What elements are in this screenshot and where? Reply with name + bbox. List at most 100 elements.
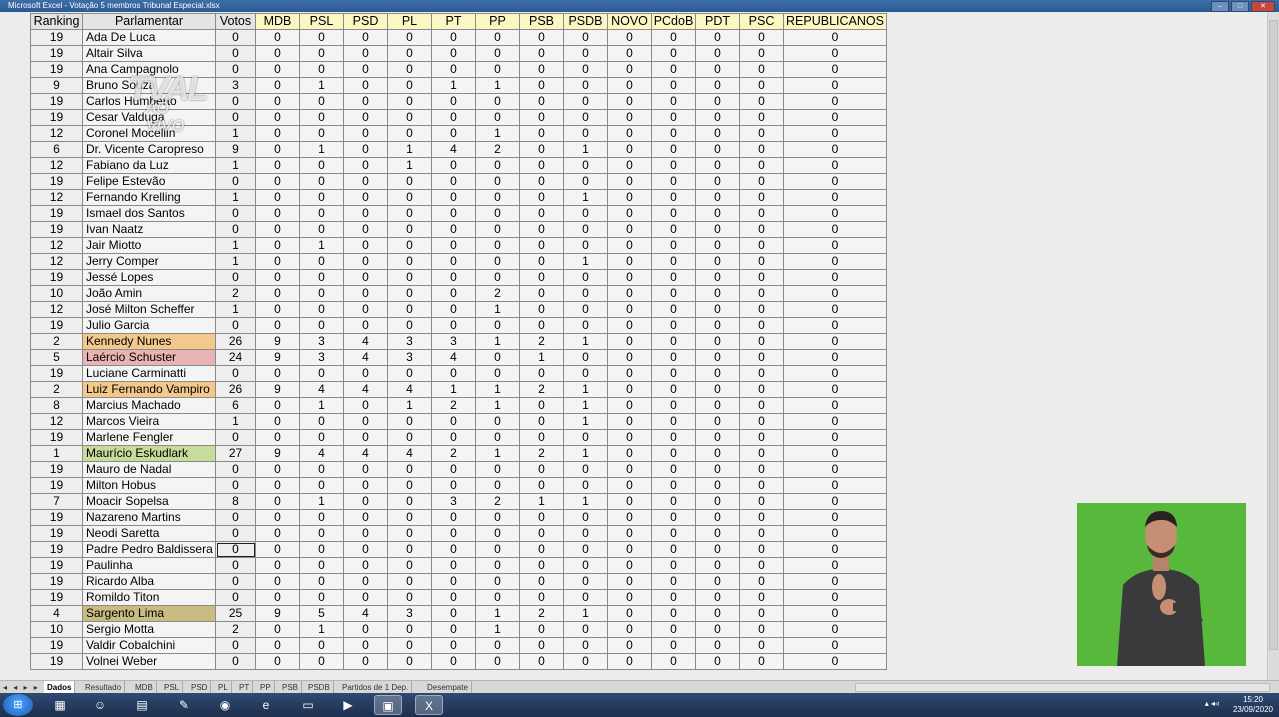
party-vote-cell[interactable]: 0: [739, 621, 784, 638]
party-vote-cell[interactable]: 0: [739, 301, 784, 318]
party-vote-cell[interactable]: 0: [299, 509, 344, 526]
parlamentar-cell[interactable]: Felipe Estevão: [82, 173, 216, 190]
party-vote-cell[interactable]: 0: [607, 317, 652, 334]
party-vote-cell[interactable]: 0: [519, 301, 564, 318]
party-vote-cell[interactable]: 1: [519, 493, 564, 510]
party-vote-cell[interactable]: 0: [255, 301, 300, 318]
party-vote-cell[interactable]: 0: [783, 221, 887, 238]
party-vote-cell[interactable]: 0: [739, 349, 784, 366]
votos-cell[interactable]: 0: [215, 637, 256, 654]
ranking-cell[interactable]: 19: [30, 45, 83, 62]
ranking-cell[interactable]: 12: [30, 253, 83, 270]
party-vote-cell[interactable]: 4: [431, 349, 476, 366]
party-vote-cell[interactable]: 0: [607, 141, 652, 158]
party-vote-cell[interactable]: 0: [387, 525, 432, 542]
ranking-cell[interactable]: 12: [30, 157, 83, 174]
ranking-cell[interactable]: 19: [30, 365, 83, 382]
party-vote-cell[interactable]: 0: [695, 301, 740, 318]
party-vote-cell[interactable]: 0: [255, 621, 300, 638]
party-vote-cell[interactable]: 0: [299, 61, 344, 78]
party-vote-cell[interactable]: 0: [607, 525, 652, 542]
party-vote-cell[interactable]: 1: [299, 141, 344, 158]
party-vote-cell[interactable]: 0: [739, 157, 784, 174]
party-vote-cell[interactable]: 0: [783, 285, 887, 302]
party-vote-cell[interactable]: 0: [255, 397, 300, 414]
party-vote-cell[interactable]: 0: [299, 525, 344, 542]
party-vote-cell[interactable]: 1: [387, 141, 432, 158]
party-vote-cell[interactable]: 0: [519, 653, 564, 670]
votos-cell[interactable]: 1: [215, 253, 256, 270]
party-vote-cell[interactable]: 0: [431, 221, 476, 238]
ranking-cell[interactable]: 19: [30, 461, 83, 478]
party-vote-cell[interactable]: 0: [431, 189, 476, 206]
party-vote-cell[interactable]: 0: [387, 413, 432, 430]
parlamentar-cell[interactable]: Jair Miotto: [82, 237, 216, 254]
party-vote-cell[interactable]: 0: [695, 509, 740, 526]
party-vote-cell[interactable]: 0: [739, 317, 784, 334]
votos-cell[interactable]: 0: [215, 461, 256, 478]
party-vote-cell[interactable]: 0: [299, 269, 344, 286]
party-vote-cell[interactable]: 0: [299, 285, 344, 302]
party-vote-cell[interactable]: 0: [299, 29, 344, 46]
ranking-cell[interactable]: 19: [30, 637, 83, 654]
party-vote-cell[interactable]: 0: [651, 413, 696, 430]
party-vote-cell[interactable]: 0: [343, 589, 388, 606]
party-vote-cell[interactable]: 0: [475, 61, 520, 78]
party-vote-cell[interactable]: 0: [519, 77, 564, 94]
party-vote-cell[interactable]: 0: [299, 173, 344, 190]
votos-cell[interactable]: 0: [215, 509, 256, 526]
party-vote-cell[interactable]: 4: [343, 381, 388, 398]
party-vote-cell[interactable]: 0: [475, 93, 520, 110]
votos-cell[interactable]: 0: [215, 541, 256, 558]
party-vote-cell[interactable]: 0: [299, 221, 344, 238]
party-vote-cell[interactable]: 9: [255, 445, 300, 462]
party-vote-cell[interactable]: 2: [475, 141, 520, 158]
party-vote-cell[interactable]: 0: [343, 637, 388, 654]
party-vote-cell[interactable]: 0: [739, 237, 784, 254]
party-vote-cell[interactable]: 0: [475, 365, 520, 382]
party-vote-cell[interactable]: 0: [387, 205, 432, 222]
parlamentar-cell[interactable]: Ismael dos Santos: [82, 205, 216, 222]
parlamentar-cell[interactable]: Marcius Machado: [82, 397, 216, 414]
party-vote-cell[interactable]: 0: [299, 429, 344, 446]
party-vote-cell[interactable]: 3: [387, 333, 432, 350]
party-vote-cell[interactable]: 0: [343, 525, 388, 542]
party-vote-cell[interactable]: 0: [519, 509, 564, 526]
party-vote-cell[interactable]: 0: [387, 173, 432, 190]
party-vote-cell[interactable]: 0: [783, 173, 887, 190]
party-vote-cell[interactable]: 4: [343, 605, 388, 622]
party-vote-cell[interactable]: 0: [651, 269, 696, 286]
parlamentar-cell[interactable]: Ana Campagnolo: [82, 61, 216, 78]
party-vote-cell[interactable]: 0: [387, 541, 432, 558]
party-vote-cell[interactable]: 0: [255, 77, 300, 94]
parlamentar-cell[interactable]: Coronel Mocellin: [82, 125, 216, 142]
party-vote-cell[interactable]: 0: [739, 77, 784, 94]
party-vote-cell[interactable]: 0: [695, 269, 740, 286]
party-vote-cell[interactable]: 0: [695, 413, 740, 430]
party-vote-cell[interactable]: 0: [387, 573, 432, 590]
party-vote-cell[interactable]: 2: [519, 333, 564, 350]
ranking-cell[interactable]: 19: [30, 269, 83, 286]
party-vote-cell[interactable]: 0: [783, 509, 887, 526]
party-vote-cell[interactable]: 0: [607, 237, 652, 254]
party-vote-cell[interactable]: 0: [299, 45, 344, 62]
party-vote-cell[interactable]: 4: [299, 381, 344, 398]
ranking-cell[interactable]: 19: [30, 525, 83, 542]
clock[interactable]: 15:20 23/09/2020: [1233, 695, 1273, 715]
party-vote-cell[interactable]: 0: [783, 93, 887, 110]
party-vote-cell[interactable]: 0: [387, 29, 432, 46]
party-vote-cell[interactable]: 0: [695, 125, 740, 142]
files-icon[interactable]: ▣: [374, 695, 402, 715]
party-vote-cell[interactable]: 0: [255, 237, 300, 254]
party-vote-cell[interactable]: 0: [783, 493, 887, 510]
party-vote-cell[interactable]: 0: [255, 61, 300, 78]
party-vote-cell[interactable]: 0: [695, 397, 740, 414]
party-vote-cell[interactable]: 0: [607, 541, 652, 558]
party-vote-cell[interactable]: 0: [431, 429, 476, 446]
party-vote-cell[interactable]: 0: [563, 461, 608, 478]
party-vote-cell[interactable]: 0: [255, 525, 300, 542]
party-vote-cell[interactable]: 1: [563, 141, 608, 158]
ranking-cell[interactable]: 12: [30, 413, 83, 430]
party-vote-cell[interactable]: 0: [343, 205, 388, 222]
party-vote-cell[interactable]: 0: [651, 397, 696, 414]
